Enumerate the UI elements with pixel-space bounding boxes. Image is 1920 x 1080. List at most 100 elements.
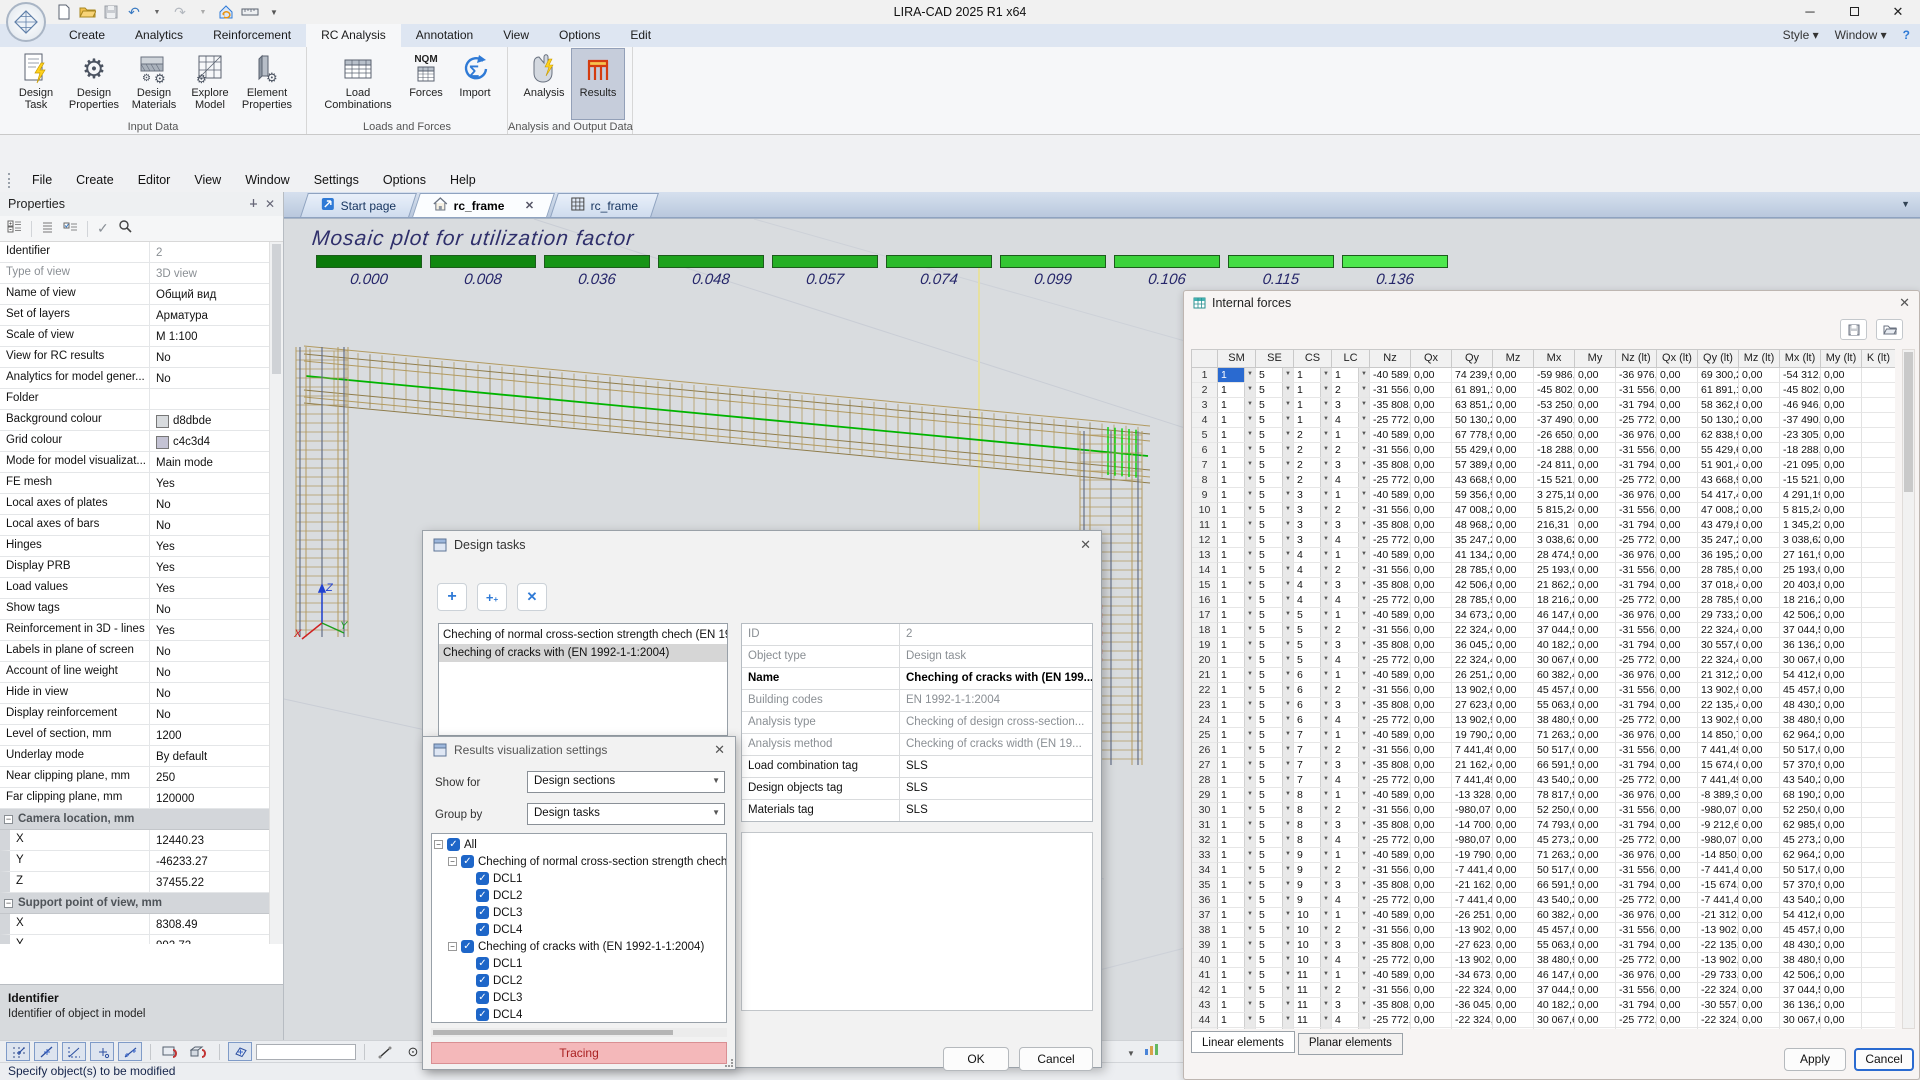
design-task-item[interactable]: Cheching of cracks with (EN 1992-1-1:200… <box>439 644 727 662</box>
chevron-down-icon[interactable]: ▼ <box>1320 938 1331 952</box>
dropdown-cell[interactable]: 2▼ <box>1332 623 1370 638</box>
close-button[interactable]: ✕ <box>1876 0 1920 24</box>
chevron-down-icon[interactable]: ▼ <box>1282 428 1293 442</box>
chevron-down-icon[interactable]: ▼ <box>1320 413 1331 427</box>
chevron-down-icon[interactable]: ▼ <box>1320 638 1331 652</box>
chevron-down-icon[interactable]: ▼ <box>1358 563 1369 577</box>
chevron-down-icon[interactable]: ▼ <box>1244 803 1255 817</box>
dropdown-cell[interactable]: 4▼ <box>1332 473 1370 488</box>
dropdown-cell[interactable]: 5▼ <box>1294 608 1332 623</box>
sync-model-icon[interactable] <box>218 3 234 21</box>
chevron-down-icon[interactable]: ▼ <box>1358 953 1369 967</box>
dropdown-cell[interactable]: 1▼ <box>1218 548 1256 563</box>
chevron-down-icon[interactable]: ▼ <box>1244 998 1255 1012</box>
search-icon[interactable] <box>118 219 133 239</box>
dropdown-cell[interactable]: 4▼ <box>1294 578 1332 593</box>
chevron-down-icon[interactable]: ▼ <box>1282 818 1293 832</box>
chevron-down-icon[interactable]: ▼ <box>1320 878 1331 892</box>
chevron-down-icon[interactable]: ▼ <box>1244 458 1255 472</box>
chevron-down-icon[interactable]: ▼ <box>1320 713 1331 727</box>
tree-leaf-dcl4[interactable]: ✓DCL4 <box>432 921 726 938</box>
dropdown-cell[interactable]: 4▼ <box>1332 953 1370 968</box>
dropdown-cell[interactable]: 10▼ <box>1294 923 1332 938</box>
dropdown-cell[interactable]: 1▼ <box>1332 1028 1370 1029</box>
tree-leaf-dcl2[interactable]: ✓DCL2 <box>432 972 726 989</box>
chevron-down-icon[interactable]: ▼ <box>1244 668 1255 682</box>
ribbon-tab-edit[interactable]: Edit <box>615 24 666 47</box>
chevron-down-icon[interactable]: ▼ <box>1244 488 1255 502</box>
chevron-down-icon[interactable]: ▼ <box>1244 413 1255 427</box>
dropdown-cell[interactable]: 4▼ <box>1332 833 1370 848</box>
redo-dropdown-icon[interactable]: ▼ <box>195 3 211 21</box>
property-value[interactable]: 120000 <box>150 788 269 808</box>
chevron-down-icon[interactable]: ▼ <box>1244 1028 1255 1029</box>
close-icon[interactable]: ✕ <box>1080 537 1091 553</box>
column-header-cs[interactable]: CS <box>1294 350 1332 368</box>
dropdown-cell[interactable]: 5▼ <box>1256 638 1294 653</box>
dropdown-cell[interactable]: 7▼ <box>1294 728 1332 743</box>
chevron-down-icon[interactable]: ▼ <box>1244 773 1255 787</box>
chevron-down-icon[interactable]: ▼ <box>1320 818 1331 832</box>
menu-options[interactable]: Options <box>371 173 438 187</box>
chevron-down-icon[interactable]: ▼ <box>1244 938 1255 952</box>
apply-button[interactable]: Apply <box>1784 1048 1846 1071</box>
column-header-row-number[interactable] <box>1192 350 1218 368</box>
chevron-down-icon[interactable]: ▼ <box>1244 1013 1255 1027</box>
minimize-button[interactable]: ─ <box>1788 0 1832 24</box>
chevron-down-icon[interactable]: ▼ <box>1244 983 1255 997</box>
menu-window[interactable]: Window <box>233 173 301 187</box>
property-value[interactable] <box>150 389 269 409</box>
chevron-down-icon[interactable]: ▼ <box>1282 383 1293 397</box>
forces-button[interactable]: NQMForces <box>401 49 451 119</box>
dropdown-cell[interactable]: 1▼ <box>1218 488 1256 503</box>
chevron-down-icon[interactable]: ▼ <box>1244 728 1255 742</box>
dropdown-cell[interactable]: 1▼ <box>1218 533 1256 548</box>
dropdown-cell[interactable]: 1▼ <box>1332 968 1370 983</box>
dropdown-cell[interactable]: 1▼ <box>1218 518 1256 533</box>
dropdown-cell[interactable]: 5▼ <box>1256 803 1294 818</box>
chevron-down-icon[interactable]: ▼ <box>1244 368 1255 382</box>
chevron-down-icon[interactable]: ▼ <box>1320 458 1331 472</box>
save-table-icon[interactable] <box>1840 319 1867 340</box>
dropdown-cell[interactable]: 1▼ <box>1332 728 1370 743</box>
cancel-button[interactable]: Cancel <box>1854 1048 1914 1071</box>
chevron-down-icon[interactable]: ▼ <box>1282 908 1293 922</box>
chevron-down-icon[interactable]: ▼ <box>1244 578 1255 592</box>
dropdown-cell[interactable]: 5▼ <box>1256 773 1294 788</box>
tree-group[interactable]: −✓Cheching of normal cross-section stren… <box>432 853 726 870</box>
column-header-qy-lt-[interactable]: Qy (lt) <box>1698 350 1739 368</box>
chevron-down-icon[interactable]: ▼ <box>1320 698 1331 712</box>
ribbon-tab-rc-analysis[interactable]: RC Analysis <box>306 24 401 47</box>
prop-value[interactable]: SLS <box>900 778 1092 799</box>
checkbox-checked-icon[interactable]: ✓ <box>461 855 474 868</box>
chevron-down-icon[interactable]: ▼ <box>1244 548 1255 562</box>
pin-icon[interactable] <box>248 197 259 211</box>
chevron-down-icon[interactable]: ▼ <box>1358 473 1369 487</box>
column-header-mz[interactable]: Mz <box>1493 350 1534 368</box>
chevron-down-icon[interactable]: ▼ <box>1320 518 1331 532</box>
checkbox-checked-icon[interactable]: ✓ <box>476 974 489 987</box>
chevron-down-icon[interactable]: ▼ <box>1244 563 1255 577</box>
chevron-down-icon[interactable]: ▼ <box>1358 938 1369 952</box>
dropdown-cell[interactable]: 2▼ <box>1332 443 1370 458</box>
dropdown-cell[interactable]: 1▼ <box>1218 938 1256 953</box>
dropdown-cell[interactable]: 5▼ <box>1256 653 1294 668</box>
toolbar-drag-handle[interactable] <box>8 173 14 188</box>
tab-list-chevron-icon[interactable]: ▼ <box>1901 199 1910 209</box>
chevron-down-icon[interactable]: ▼ <box>1282 1013 1293 1027</box>
dropdown-cell[interactable]: 5▼ <box>1256 563 1294 578</box>
checked-list-icon[interactable] <box>63 220 78 238</box>
prop-value[interactable]: EN 1992-1-1:2004 <box>900 690 1092 711</box>
dropdown-cell[interactable]: 1▼ <box>1218 968 1256 983</box>
chevron-down-icon[interactable]: ▼ <box>1358 683 1369 697</box>
tab-planar-elements[interactable]: Planar elements <box>1298 1033 1403 1055</box>
dropdown-cell[interactable]: 5▼ <box>1256 623 1294 638</box>
dropdown-cell[interactable]: 5▼ <box>1256 518 1294 533</box>
load-combinations-button[interactable]: Load Combinations <box>315 49 401 119</box>
chevron-down-icon[interactable]: ▼ <box>1358 458 1369 472</box>
ruler-icon[interactable] <box>241 3 259 21</box>
column-header-nz-lt-[interactable]: Nz (lt) <box>1616 350 1657 368</box>
chevron-down-icon[interactable]: ▼ <box>1320 503 1331 517</box>
chevron-down-icon[interactable]: ▼ <box>1320 743 1331 757</box>
dropdown-cell[interactable]: 5▼ <box>1256 758 1294 773</box>
